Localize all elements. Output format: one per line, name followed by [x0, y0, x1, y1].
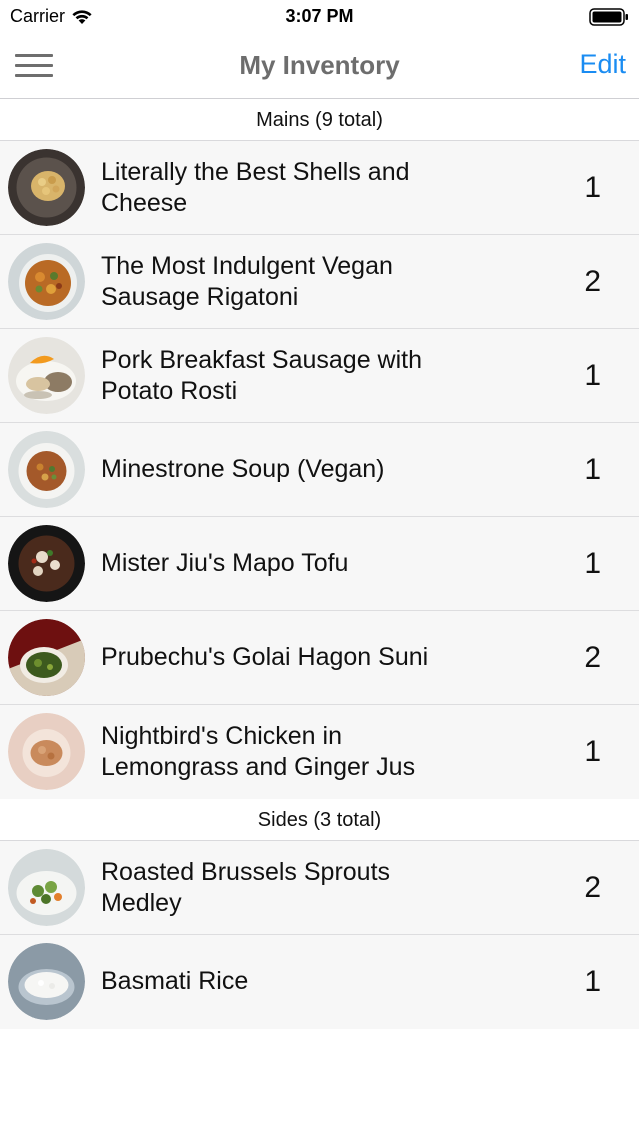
dish-name: Pork Breakfast Sausage with Potato Rosti	[101, 345, 422, 405]
battery-icon	[589, 8, 628, 26]
dish-name: Roasted Brussels Sprouts Medley	[101, 857, 391, 917]
list-item[interactable]: Pork Breakfast Sausage with Potato Rosti…	[0, 329, 639, 423]
inventory-screen: Carrier 3:07 PM My Inventory Edit Mains …	[0, 0, 639, 1136]
dish-name: The Most Indulgent Vegan Sausage Rigaton…	[101, 251, 393, 311]
dish-photo-brussels-sprouts	[8, 849, 85, 926]
status-time: 3:07 PM	[285, 6, 354, 26]
dish-name: Prubechu's Golai Hagon Suni	[101, 643, 429, 671]
navigation-bar: My Inventory Edit	[0, 34, 639, 99]
dish-quantity: 1	[584, 452, 601, 486]
section-header-mains: Mains (9 total)	[0, 99, 639, 141]
dish-photo-pork-breakfast-sausage	[8, 337, 85, 414]
page-title: My Inventory	[239, 50, 400, 80]
dish-quantity: 2	[584, 870, 601, 904]
status-bar: Carrier 3:07 PM	[0, 0, 639, 34]
dish-quantity: 1	[584, 964, 601, 998]
list-item[interactable]: Roasted Brussels Sprouts Medley 2	[0, 841, 639, 935]
dish-photo-vegan-sausage-rigatoni	[8, 243, 85, 320]
dish-photo-mapo-tofu	[8, 525, 85, 602]
list-item[interactable]: Basmati Rice 1	[0, 935, 639, 1029]
dish-quantity: 1	[584, 546, 601, 580]
dish-name: Minestrone Soup (Vegan)	[101, 455, 385, 483]
dish-quantity: 2	[584, 264, 601, 298]
list-item[interactable]: Minestrone Soup (Vegan) 1	[0, 423, 639, 517]
section-header-sides: Sides (3 total)	[0, 799, 639, 841]
list-item[interactable]: Prubechu's Golai Hagon Suni 2	[0, 611, 639, 705]
dish-photo-lemongrass-chicken	[8, 713, 85, 790]
dish-photo-shells-and-cheese	[8, 149, 85, 226]
dish-name: Nightbird's Chicken in Lemongrass and Gi…	[101, 721, 416, 781]
dish-name: Literally the Best Shells and Cheese	[101, 157, 410, 217]
dish-quantity: 1	[584, 358, 601, 392]
dish-name: Mister Jiu's Mapo Tofu	[101, 549, 349, 577]
edit-button[interactable]: Edit	[579, 49, 626, 80]
list-item[interactable]: Mister Jiu's Mapo Tofu 1	[0, 517, 639, 611]
list-item[interactable]: The Most Indulgent Vegan Sausage Rigaton…	[0, 235, 639, 329]
dish-photo-golai-hagon-suni	[8, 619, 85, 696]
dish-photo-minestrone-soup	[8, 431, 85, 508]
dish-quantity: 1	[584, 734, 601, 768]
dish-photo-basmati-rice	[8, 943, 85, 1020]
dish-quantity: 2	[584, 640, 601, 674]
list-item[interactable]: Literally the Best Shells and Cheese 1	[0, 141, 639, 235]
list-item[interactable]: Nightbird's Chicken in Lemongrass and Gi…	[0, 705, 639, 799]
dish-name: Basmati Rice	[101, 967, 249, 995]
dish-quantity: 1	[584, 170, 601, 204]
